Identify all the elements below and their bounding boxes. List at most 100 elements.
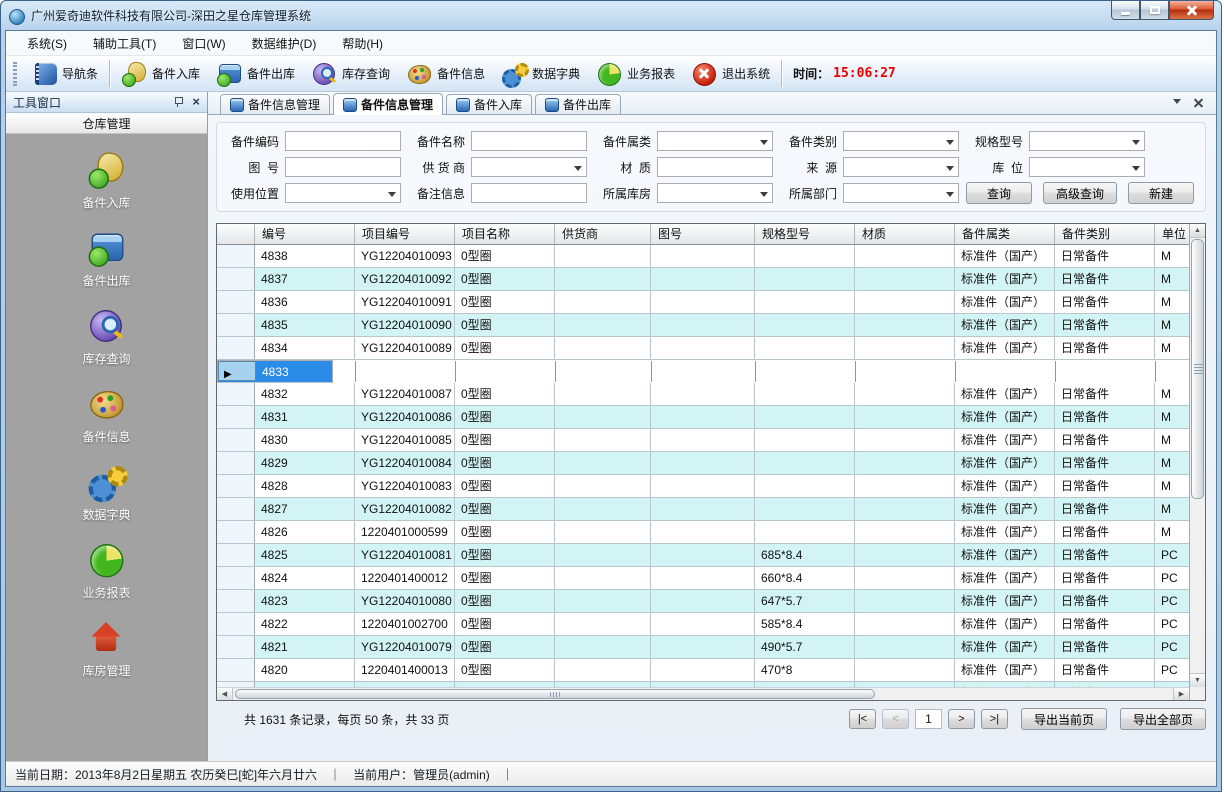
table-row[interactable]: 4838YG122040100930型圈标准件（国产）日常备件M	[217, 245, 1189, 268]
table-row[interactable]: 4828YG122040100830型圈标准件（国产）日常备件M	[217, 475, 1189, 498]
supplier-select[interactable]	[471, 157, 587, 177]
sidebar-item-data-dict[interactable]: 数据字典	[82, 460, 130, 523]
advanced-query-button[interactable]: 高级查询	[1043, 182, 1117, 204]
tab-0[interactable]: 备件信息管理	[220, 94, 330, 114]
table-row[interactable]: 482012204014000130型圈470*8标准件（国产）日常备件PC	[217, 659, 1189, 682]
sidebar-item-part-out[interactable]: 备件出库	[82, 226, 130, 289]
material-input[interactable]	[657, 157, 773, 177]
part-name-input[interactable]	[471, 131, 587, 151]
row-indicator[interactable]	[217, 452, 255, 474]
menu-item[interactable]: 数据维护(D)	[239, 31, 330, 56]
minimize-button[interactable]	[1111, 1, 1140, 20]
row-indicator[interactable]	[217, 590, 255, 612]
tab-3[interactable]: 备件出库	[535, 94, 621, 114]
table-row[interactable]: 4829YG122040100840型圈标准件（国产）日常备件M	[217, 452, 1189, 475]
horizontal-scrollbar-thumb[interactable]	[235, 689, 875, 699]
table-row[interactable]: 4832YG122040100870型圈标准件（国产）日常备件M	[217, 383, 1189, 406]
column-header-id[interactable]: 编号	[255, 224, 355, 244]
sidebar-item-part-info[interactable]: 备件信息	[82, 382, 130, 445]
table-row[interactable]: 4831YG122040100860型圈标准件（国产）日常备件M	[217, 406, 1189, 429]
toolbar-button-data-dict[interactable]: 数据字典	[493, 59, 588, 89]
row-indicator[interactable]	[217, 567, 255, 589]
row-indicator[interactable]	[217, 613, 255, 635]
row-indicator[interactable]	[217, 268, 255, 290]
row-indicator[interactable]: ▶	[218, 361, 256, 381]
part-code-input[interactable]	[285, 131, 401, 151]
scroll-right-icon[interactable]: ▶	[1173, 688, 1189, 700]
scroll-up-icon[interactable]: ▲	[1190, 224, 1205, 238]
prev-page-button[interactable]: <	[882, 709, 909, 729]
menu-item[interactable]: 系统(S)	[14, 31, 80, 56]
toolbar-button-part-in[interactable]: 备件入库	[113, 59, 208, 89]
toolbar-button-report[interactable]: 业务报表	[588, 59, 683, 89]
column-header-part_type[interactable]: 备件类别	[1055, 224, 1155, 244]
warehouse-select[interactable]	[657, 183, 773, 203]
sidebar-item-part-in[interactable]: 备件入库	[82, 148, 130, 211]
query-button[interactable]: 查询	[966, 182, 1032, 204]
toolbar-button-stock-search[interactable]: 库存查询	[303, 59, 398, 89]
table-row[interactable]: 4837YG122040100920型圈标准件（国产）日常备件M	[217, 268, 1189, 291]
menu-item[interactable]: 帮助(H)	[329, 31, 396, 56]
column-header-drawing_no[interactable]: 图号	[651, 224, 755, 244]
toolbar-button-exit[interactable]: 退出系统	[683, 59, 778, 89]
new-button[interactable]: 新建	[1128, 182, 1194, 204]
table-row[interactable]: 4823YG122040100800型圈647*5.7标准件（国产）日常备件PC	[217, 590, 1189, 613]
row-indicator[interactable]	[217, 383, 255, 405]
table-row[interactable]: 4830YG122040100850型圈标准件（国产）日常备件M	[217, 429, 1189, 452]
row-indicator[interactable]	[217, 475, 255, 497]
scroll-down-icon[interactable]: ▼	[1190, 673, 1205, 687]
tab-list-dropdown-icon[interactable]	[1173, 99, 1181, 108]
row-indicator[interactable]	[217, 544, 255, 566]
part-type-select[interactable]	[843, 131, 959, 151]
spec-model-select[interactable]	[1029, 131, 1145, 151]
toolbar-grip[interactable]	[13, 62, 17, 86]
tab-2[interactable]: 备件入库	[446, 94, 532, 114]
maximize-button[interactable]	[1140, 1, 1169, 20]
row-indicator[interactable]	[217, 636, 255, 658]
sidebar-item-report[interactable]: 业务报表	[82, 538, 130, 601]
export-current-page-button[interactable]: 导出当前页	[1021, 708, 1107, 730]
table-row[interactable]: 4825YG122040100810型圈685*8.4标准件（国产）日常备件PC	[217, 544, 1189, 567]
first-page-button[interactable]: |<	[849, 709, 876, 729]
row-indicator[interactable]	[217, 521, 255, 543]
table-row[interactable]: 482412204014000120型圈660*8.4标准件（国产）日常备件PC	[217, 567, 1189, 590]
column-header-material[interactable]: 材质	[855, 224, 955, 244]
row-indicator[interactable]	[217, 314, 255, 336]
row-indicator[interactable]	[217, 659, 255, 681]
column-header-supplier[interactable]: 供货商	[555, 224, 651, 244]
vertical-scrollbar-track[interactable]	[1190, 238, 1205, 673]
table-row[interactable]: ▶4833YG122040100880型圈标准件（国产）日常备件M	[217, 360, 333, 383]
close-button[interactable]	[1169, 1, 1214, 20]
sidebar-item-stock-search[interactable]: 库存查询	[82, 304, 130, 367]
tab-1[interactable]: 备件信息管理	[333, 93, 443, 115]
toolbar-button-part-info[interactable]: 备件信息	[398, 59, 493, 89]
table-row[interactable]: 4821YG122040100790型圈490*5.7标准件（国产）日常备件PC	[217, 636, 1189, 659]
vertical-scrollbar[interactable]: ▲ ▼	[1189, 224, 1205, 700]
row-indicator[interactable]	[217, 337, 255, 359]
drawing-no-input[interactable]	[285, 157, 401, 177]
tab-close-icon[interactable]	[1193, 98, 1204, 109]
sidebar-close-icon[interactable]: ×	[192, 97, 200, 107]
remark-input[interactable]	[471, 183, 587, 203]
toolbar-button-part-out[interactable]: 备件出库	[208, 59, 303, 89]
department-select[interactable]	[843, 183, 959, 203]
next-page-button[interactable]: >	[948, 709, 975, 729]
table-row[interactable]: 4836YG122040100910型圈标准件（国产）日常备件M	[217, 291, 1189, 314]
last-page-button[interactable]: >|	[981, 709, 1008, 729]
pin-icon[interactable]	[173, 97, 183, 108]
scroll-left-icon[interactable]: ◀	[217, 688, 233, 700]
menu-item[interactable]: 窗口(W)	[169, 31, 238, 56]
export-all-pages-button[interactable]: 导出全部页	[1120, 708, 1206, 730]
toolbar-button-navigator[interactable]: 导航条	[23, 59, 106, 89]
location-select[interactable]	[1029, 157, 1145, 177]
row-indicator[interactable]	[217, 429, 255, 451]
table-row[interactable]: 482212204010027000型圈585*8.4标准件（国产）日常备件PC	[217, 613, 1189, 636]
menu-item[interactable]: 辅助工具(T)	[80, 31, 169, 56]
horizontal-scrollbar[interactable]: ◀ ▶	[217, 687, 1189, 700]
row-indicator[interactable]	[217, 406, 255, 428]
row-indicator[interactable]	[217, 498, 255, 520]
row-indicator[interactable]	[217, 245, 255, 267]
table-row[interactable]: 4834YG122040100890型圈标准件（国产）日常备件M	[217, 337, 1189, 360]
row-indicator[interactable]	[217, 291, 255, 313]
column-header-project_name[interactable]: 项目名称	[455, 224, 555, 244]
